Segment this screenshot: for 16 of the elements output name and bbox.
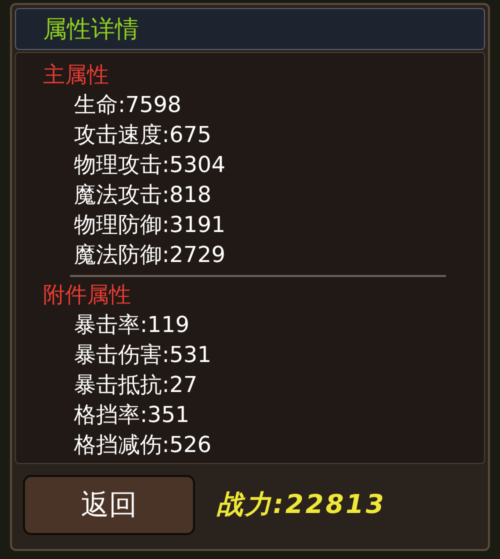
stat-row-text: 魔法攻击:818	[73, 182, 212, 210]
stat-row-text: 物理防御:3191	[73, 212, 226, 240]
stat-row-text: 暴击率:119	[73, 312, 190, 340]
back-button[interactable]: 返回	[23, 475, 195, 535]
stat-row-text: 格挡减伤:526	[73, 432, 212, 460]
stat-row-text: 暴击抵抗:27	[73, 372, 198, 400]
stat-row-text: 魔法防御:2729	[73, 242, 226, 270]
section-heading: 附件属性	[43, 282, 132, 310]
combat-power: 战力:22813	[217, 488, 386, 522]
window-title: 属性详情	[43, 17, 139, 41]
stat-row-text: 攻击速度:675	[73, 122, 212, 150]
stat-row-text: 暴击伤害:531	[73, 342, 212, 370]
section-heading: 主属性	[43, 62, 110, 90]
stat-row-text: 物理攻击:5304	[73, 152, 226, 180]
stat-row-text: 格挡率:351	[73, 402, 190, 430]
stat-row-text: 生命:7598	[73, 92, 182, 120]
